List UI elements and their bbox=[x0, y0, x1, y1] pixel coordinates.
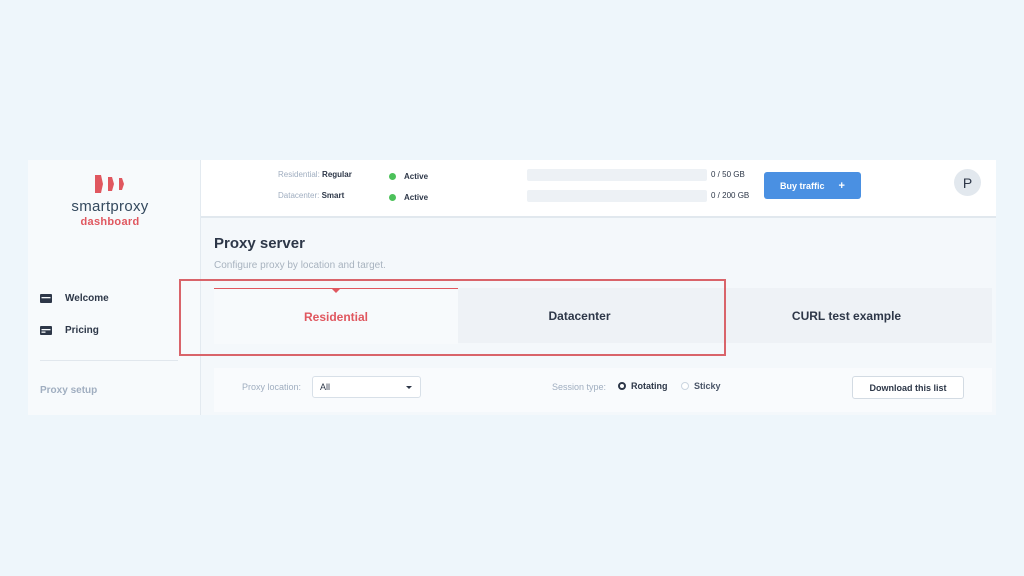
brand-subtitle: dashboard bbox=[80, 216, 140, 228]
proxy-location-value: All bbox=[320, 382, 331, 392]
radio-unselected-icon bbox=[681, 382, 689, 390]
sidebar-item-welcome[interactable]: Welcome bbox=[40, 290, 109, 306]
radio-label: Sticky bbox=[694, 381, 721, 391]
usage-text-residential: 0 / 50 GB bbox=[711, 170, 745, 179]
card-icon bbox=[40, 293, 52, 303]
tab-curl-test-example[interactable]: CURL test example bbox=[701, 288, 992, 343]
radio-label: Rotating bbox=[631, 381, 668, 391]
user-avatar[interactable]: P bbox=[954, 169, 981, 196]
page-title: Proxy server bbox=[214, 235, 305, 252]
usage-bar-residential bbox=[527, 169, 707, 181]
plan-name: Regular bbox=[322, 170, 352, 179]
radio-sticky[interactable]: Sticky bbox=[681, 381, 721, 391]
brand-name: smartproxy bbox=[71, 198, 149, 215]
buy-traffic-button[interactable]: Buy traffic + bbox=[764, 172, 861, 199]
top-bar: Residential: Regular Datacenter: Smart A… bbox=[201, 160, 996, 218]
status-datacenter: Active bbox=[389, 191, 428, 203]
status-residential: Active bbox=[389, 170, 428, 182]
sidebar-section-proxy-setup[interactable]: Proxy setup bbox=[40, 385, 97, 396]
radio-selected-icon bbox=[618, 382, 626, 390]
plus-icon: + bbox=[838, 179, 845, 192]
usage-bar-datacenter bbox=[527, 190, 707, 202]
status-label: Active bbox=[404, 171, 429, 181]
status-dot-icon bbox=[389, 193, 396, 201]
plan-datacenter: Datacenter: Smart bbox=[278, 191, 344, 203]
plan-residential: Residential: Regular bbox=[278, 170, 352, 182]
sidebar-divider bbox=[40, 360, 178, 361]
filter-bar: Proxy location: All Session type: Rotati… bbox=[214, 368, 992, 412]
plan-type-label: Datacenter: bbox=[278, 191, 320, 200]
sidebar: smartproxy dashboard Welcome Pricing Pro… bbox=[28, 160, 201, 415]
buy-traffic-label: Buy traffic bbox=[780, 180, 825, 191]
plan-name: Smart bbox=[321, 191, 345, 200]
sidebar-item-label: Pricing bbox=[65, 324, 99, 336]
usage-text-datacenter: 0 / 200 GB bbox=[711, 191, 750, 200]
smartproxy-logo-icon bbox=[95, 175, 124, 193]
proxy-location-label: Proxy location: bbox=[242, 382, 302, 392]
status-label: Active bbox=[404, 192, 429, 202]
annotation-highlight-box bbox=[179, 279, 726, 356]
session-type-label: Session type: bbox=[552, 382, 607, 392]
proxy-location-select[interactable]: All bbox=[312, 376, 421, 398]
plan-type-label: Residential: bbox=[278, 170, 320, 179]
download-list-button[interactable]: Download this list bbox=[852, 376, 964, 399]
card-icon bbox=[40, 325, 52, 335]
page-subtitle: Configure proxy by location and target. bbox=[214, 260, 386, 271]
dropdown-arrow-icon bbox=[406, 386, 412, 389]
status-dot-icon bbox=[389, 172, 396, 180]
radio-rotating[interactable]: Rotating bbox=[618, 381, 668, 391]
sidebar-item-label: Welcome bbox=[65, 292, 109, 304]
tab-label: CURL test example bbox=[791, 308, 902, 323]
sidebar-item-pricing[interactable]: Pricing bbox=[40, 322, 99, 338]
